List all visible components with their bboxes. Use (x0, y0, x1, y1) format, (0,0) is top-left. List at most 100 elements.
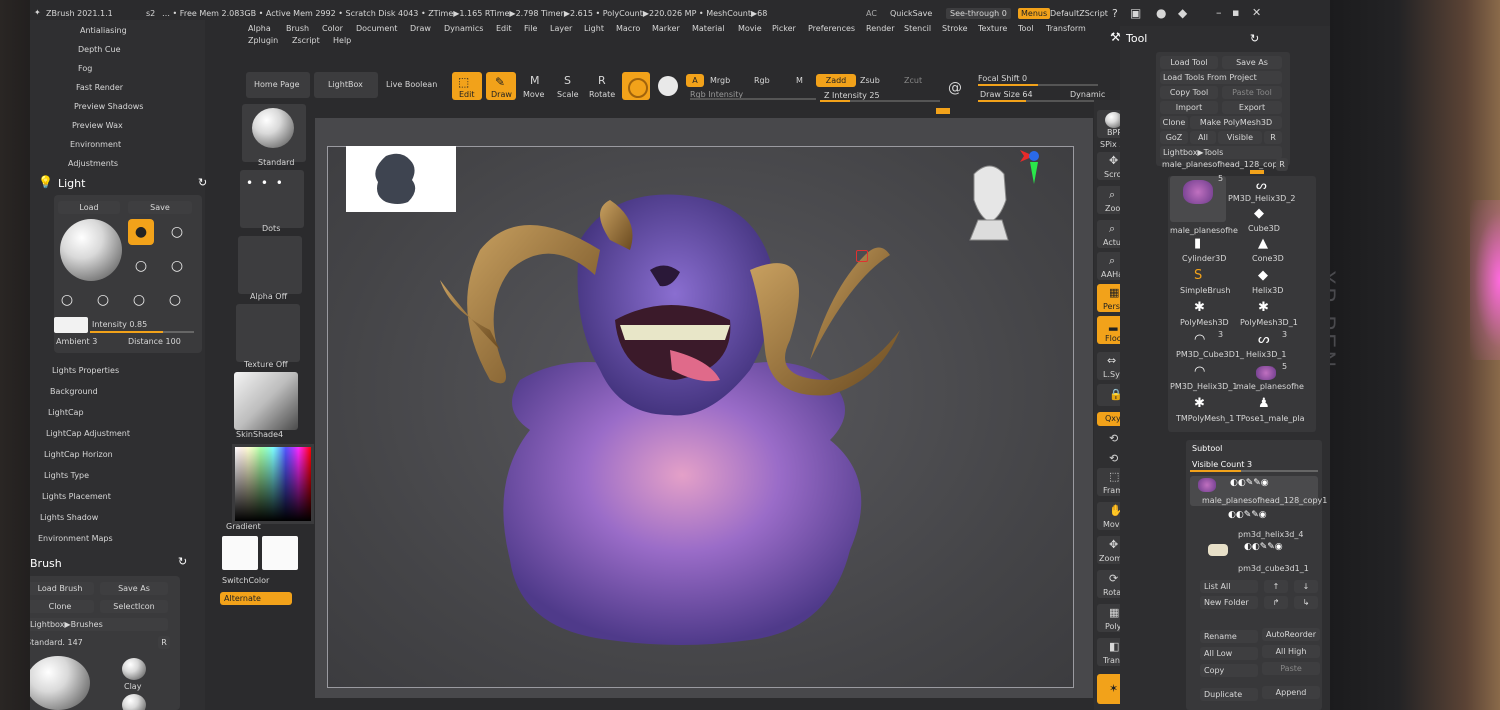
render-depth-cue[interactable]: Depth Cue (78, 45, 121, 54)
close-icon[interactable]: ✕ (1252, 6, 1261, 19)
light-intensity-slider[interactable]: Intensity 0.85 (92, 320, 147, 329)
lights-properties[interactable]: Lights Properties (52, 366, 119, 375)
help-icon[interactable]: ? (1112, 7, 1118, 20)
brush-refresh-icon[interactable]: ↻ (178, 555, 187, 568)
subtool-3-name[interactable]: pm3d_cube3d1_1 (1238, 564, 1309, 573)
environment-maps[interactable]: Environment Maps (38, 534, 113, 543)
brush-preview-icon[interactable] (30, 656, 90, 710)
menu-stroke[interactable]: Stroke (942, 24, 968, 33)
scale-button[interactable]: S Scale (554, 72, 584, 100)
tool-item-male-planes[interactable]: 5 male_planesofhe (1170, 174, 1238, 235)
light-7-icon[interactable]: ○ (126, 287, 152, 313)
light-save-button[interactable]: Save (128, 201, 192, 214)
subtool-paste-button[interactable]: Paste (1262, 662, 1320, 675)
brush-r-button[interactable]: R (158, 636, 170, 649)
tool-item-tpose[interactable]: ♟ TPose1_male_pla (1236, 396, 1305, 426)
lightcap-adjustment[interactable]: LightCap Adjustment (46, 429, 130, 438)
menu-transform[interactable]: Transform (1046, 24, 1086, 33)
texture-thumb[interactable] (236, 304, 300, 362)
move-bottom-button[interactable]: ↳ (1294, 596, 1318, 609)
see-through-slider[interactable]: See-through 0 (946, 8, 1011, 19)
menu-file[interactable]: File (524, 24, 537, 33)
current-brush-label[interactable]: Standard. 147 (30, 638, 83, 647)
light-title[interactable]: Light (58, 177, 85, 190)
render-preview-wax[interactable]: Preview Wax (72, 121, 123, 130)
clay-brush-icon[interactable] (122, 658, 146, 680)
light-color-swatch[interactable] (54, 317, 88, 333)
visible-count-slider[interactable]: Visible Count 3 (1192, 460, 1252, 469)
subtool-2-toggles[interactable]: ◐◐✎✎◉ (1228, 510, 1267, 520)
subtool-toggle-icons[interactable]: ◐◐✎✎◉ (1230, 478, 1269, 488)
menu-zplugin[interactable]: Zplugin (248, 36, 278, 45)
quicksave-button[interactable]: QuickSave (890, 9, 932, 18)
tool-save-as-button[interactable]: Save As (1222, 56, 1282, 69)
clay-brush-label[interactable]: Clay (124, 682, 141, 691)
alpha-thumb[interactable] (238, 236, 302, 294)
color-picker[interactable] (232, 444, 314, 524)
goz-button[interactable]: GoZ (1160, 131, 1188, 144)
rename-button[interactable]: Rename (1200, 630, 1258, 643)
select-icon-button[interactable]: SelectIcon (100, 600, 168, 613)
subtool-title[interactable]: Subtool (1192, 444, 1222, 453)
move-button[interactable]: M Move (520, 72, 550, 100)
render-fog[interactable]: Fog (78, 64, 92, 73)
menu-preferences[interactable]: Preferences (808, 24, 855, 33)
brush-icon-2[interactable] (122, 694, 146, 710)
tool-item-polymesh3d-1[interactable]: ✱ PolyMesh3D_1 (1238, 300, 1298, 330)
menus-button[interactable]: Menus (1018, 8, 1051, 19)
main-color-swatch[interactable] (222, 536, 258, 570)
light-load-button[interactable]: Load (58, 201, 120, 214)
edit-button[interactable]: ⬚ Edit (452, 72, 482, 100)
alternate-button[interactable]: Alternate (220, 592, 292, 605)
goz-r-button[interactable]: R (1264, 131, 1282, 144)
lightbox-brushes-button[interactable]: Lightbox▶Brushes (30, 618, 168, 631)
stroke-spiral-icon[interactable]: @ (948, 80, 962, 96)
move-top-button[interactable]: ↱ (1264, 596, 1288, 609)
ambient-slider[interactable]: Ambient 3 (56, 337, 97, 346)
menu-texture[interactable]: Texture (978, 24, 1007, 33)
render-fast-render[interactable]: Fast Render (76, 83, 123, 92)
append-button[interactable]: Append (1262, 686, 1320, 699)
tool-item-simplebrush[interactable]: S SimpleBrush (1174, 268, 1230, 298)
draw-button[interactable]: ✎ Draw (486, 72, 516, 100)
bubble-icon[interactable]: ● (1156, 6, 1166, 20)
lightbox-button[interactable]: LightBox (314, 72, 378, 98)
duplicate-button[interactable]: Duplicate (1200, 688, 1258, 701)
light-5-icon[interactable]: ○ (54, 287, 80, 313)
a-button[interactable]: A (686, 74, 704, 87)
marker-icon[interactable] (856, 250, 868, 262)
tool-item-helix3d-1[interactable]: ᔕ 3 Helix3D_1 (1238, 330, 1294, 362)
tool-item-tmpolymesh[interactable]: ✱ TMPolyMesh_1 (1174, 396, 1234, 426)
mouse-icon[interactable]: ◆ (1178, 6, 1187, 20)
menu-alpha[interactable]: Alpha (248, 24, 271, 33)
demon-bust-model[interactable] (410, 180, 950, 650)
switch-color-button[interactable]: SwitchColor (222, 576, 269, 585)
move-up-button[interactable]: ↑ (1264, 580, 1288, 593)
focal-shift-slider[interactable]: Focal Shift 0 (978, 74, 1027, 83)
refresh-icon[interactable]: ↻ (198, 176, 207, 189)
rgb-button[interactable]: Rgb (754, 76, 770, 85)
subtool-copy-button[interactable]: Copy (1200, 664, 1258, 677)
tool-item-helix3d[interactable]: ◆ Helix3D (1238, 268, 1294, 298)
tool-item-pm3d-helix-2[interactable]: ᔕ PM3D_Helix3D_2 (1228, 178, 1295, 208)
menu-color[interactable]: Color (322, 24, 343, 33)
tool-title[interactable]: Tool (1126, 32, 1147, 45)
dynamic-button[interactable]: Dynamic (1070, 90, 1105, 99)
background[interactable]: Background (50, 387, 98, 396)
lights-shadow[interactable]: Lights Shadow (40, 513, 98, 522)
paste-tool-button[interactable]: Paste Tool (1222, 86, 1282, 99)
light-1-icon[interactable]: ● (128, 219, 154, 245)
brush-clone-button[interactable]: Clone (30, 600, 94, 613)
minimize-icon[interactable]: – (1216, 6, 1222, 19)
load-brush-button[interactable]: Load Brush (30, 582, 94, 595)
lights-placement[interactable]: Lights Placement (42, 492, 111, 501)
light-3-icon[interactable]: ○ (128, 253, 154, 279)
subtool-row-1[interactable]: ◐◐✎✎◉ male_planesofhead_128_copy1 (1190, 476, 1327, 506)
menu-layer[interactable]: Layer (550, 24, 572, 33)
menu-macro[interactable]: Macro (616, 24, 640, 33)
list-all-button[interactable]: List All (1200, 580, 1258, 593)
tool-item-polymesh3d[interactable]: ✱ PolyMesh3D (1174, 300, 1230, 330)
menu-brush[interactable]: Brush (286, 24, 309, 33)
export-button[interactable]: Export (1222, 101, 1282, 114)
menu-dynamics[interactable]: Dynamics (444, 24, 483, 33)
